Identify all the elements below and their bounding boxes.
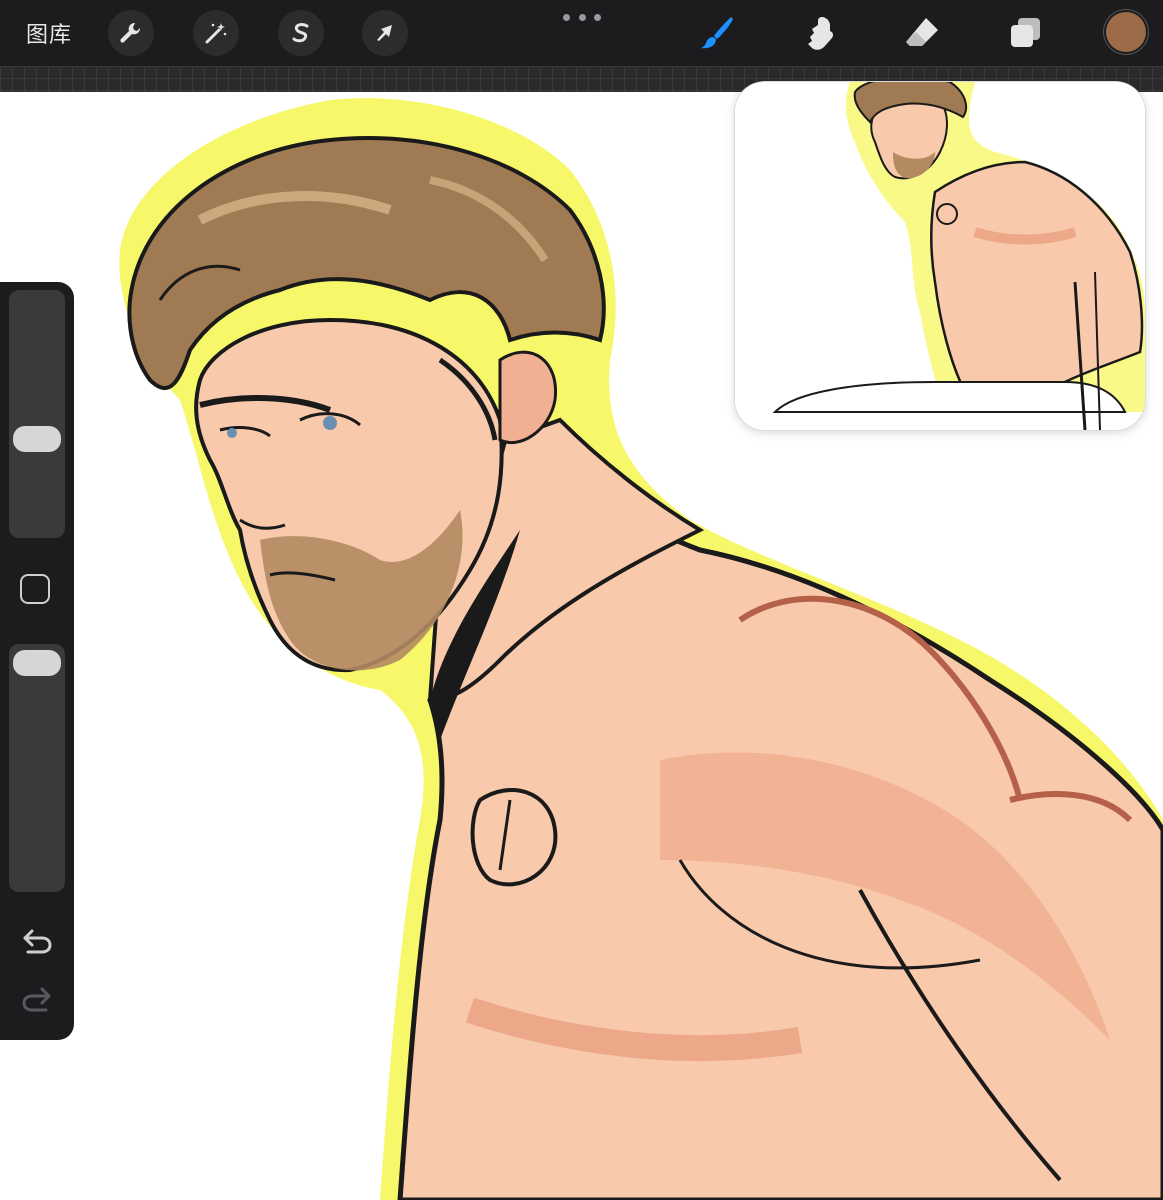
actions-button[interactable] xyxy=(108,10,154,56)
brush-size-slider[interactable] xyxy=(9,290,65,538)
selection-s-icon xyxy=(292,23,309,43)
reference-image-icon xyxy=(735,82,1145,430)
transform-button[interactable] xyxy=(362,10,408,56)
color-picker-button[interactable] xyxy=(1106,12,1146,52)
eraser-icon xyxy=(906,18,938,46)
magic-wand-icon xyxy=(205,23,227,44)
smudge-tool-button[interactable] xyxy=(797,10,843,56)
layers-icon xyxy=(1011,18,1040,47)
square-modify-icon[interactable] xyxy=(20,574,50,604)
layers-button[interactable] xyxy=(1002,10,1048,56)
undo-arrow-icon[interactable] xyxy=(20,924,54,958)
top-toolbar: 图库 xyxy=(0,0,1163,66)
gallery-button[interactable]: 图库 xyxy=(26,17,72,49)
selection-button[interactable] xyxy=(278,10,324,56)
brush-tool-button[interactable] xyxy=(694,10,740,56)
reference-image-window[interactable] xyxy=(735,82,1145,430)
ellipsis-icon[interactable] xyxy=(563,8,601,26)
brush-icon xyxy=(701,17,733,49)
opacity-slider[interactable] xyxy=(9,644,65,892)
procreate-app: 图库 xyxy=(0,0,1163,1200)
side-toolbar xyxy=(0,282,74,1040)
smudge-finger-icon xyxy=(808,17,834,50)
redo-arrow-icon[interactable] xyxy=(20,982,54,1016)
opacity-thumb[interactable] xyxy=(13,650,61,676)
eraser-tool-button[interactable] xyxy=(899,10,945,56)
arrow-cursor-icon xyxy=(377,25,392,41)
adjustments-button[interactable] xyxy=(193,10,239,56)
brush-size-thumb[interactable] xyxy=(13,426,61,452)
wrench-icon xyxy=(120,22,141,43)
